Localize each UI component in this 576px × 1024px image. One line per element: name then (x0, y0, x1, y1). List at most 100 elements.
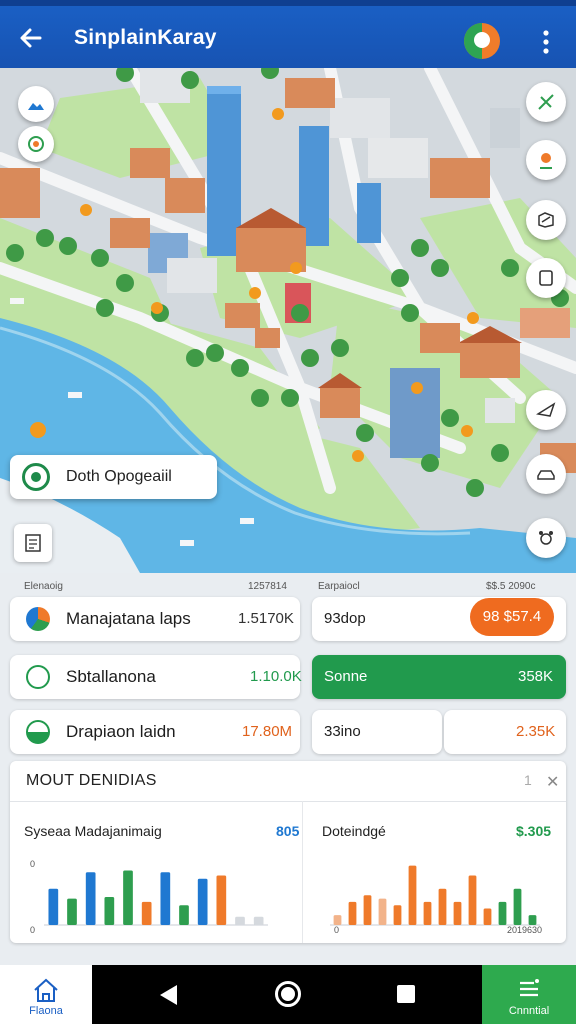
stat-card-2-label: 93dop (324, 610, 366, 627)
chart-bar (48, 888, 59, 925)
chart-bar (235, 916, 245, 925)
map-photo-button[interactable] (18, 86, 54, 122)
place-card[interactable]: Doth Opogeaiil (10, 455, 217, 499)
map-edit-icon (538, 212, 554, 228)
car-button[interactable] (526, 454, 566, 494)
stat-card-6-value: 2.35K (516, 723, 556, 740)
more-options-button[interactable] (532, 28, 560, 56)
document-icon (25, 534, 41, 552)
chart-bar (216, 875, 227, 925)
right-chart-title: Doteindgé (322, 823, 386, 839)
chart-bar (528, 915, 537, 925)
chart-bar (253, 916, 264, 925)
chart-pie-icon (26, 607, 50, 631)
metrics-count: 1 (524, 772, 532, 788)
system-nav-bar (92, 965, 482, 1024)
stat-card-2-pill[interactable]: 98 $57.4 (470, 598, 554, 636)
chart-bar (85, 872, 96, 925)
right-chart-value: $.305 (516, 823, 552, 839)
card1-caption-right: 1257814 (248, 581, 287, 592)
stat-card-3-label: Sbtallanona (66, 667, 156, 686)
chart-bar (104, 896, 115, 925)
stat-card-1[interactable]: Manajatana laps 1.5170K (10, 597, 300, 641)
place-marker-icon (22, 463, 50, 491)
chart-bar (468, 875, 477, 925)
document-button[interactable] (14, 524, 52, 562)
right-bar-chart: 0 2019630 (330, 865, 542, 935)
left-chart-title: Syseaa Madajanimaig (24, 823, 162, 839)
place-card-label: Doth Opogeaiil (66, 468, 172, 485)
left-chart-value: 805 (276, 823, 300, 839)
image-icon (28, 103, 44, 110)
chart-bar (513, 888, 522, 925)
pets-button[interactable] (526, 518, 566, 558)
chart-bar (363, 895, 372, 925)
metrics-title: MOUT DENIDIAS (26, 772, 157, 789)
chart-bar (393, 905, 402, 925)
system-back-icon[interactable] (160, 985, 177, 1005)
app-title: SinplainKaray (74, 26, 217, 49)
car-icon (537, 470, 555, 480)
compass-button[interactable] (18, 126, 54, 162)
metrics-card: MOUT DENIDIAS 1 ✕ Syseaa Madajanimaig 80… (10, 761, 566, 943)
nav-home-label: Flaona (29, 1005, 63, 1017)
chart-bar (123, 870, 133, 925)
nav-menu-label: Cnnntial (508, 1005, 550, 1017)
stats-panel: Elenaoig 1257814 Earpaiocl $$.5 2090c Ma… (0, 573, 576, 965)
pets-icon (539, 531, 553, 545)
stat-card-6[interactable]: 33ino (312, 710, 442, 754)
system-recents-icon[interactable] (397, 985, 415, 1003)
city-map[interactable]: Doth Opogeaiil (0, 68, 576, 573)
left-bar-chart: 00 (30, 859, 268, 935)
back-button[interactable] (14, 20, 50, 56)
chart-bar (333, 915, 342, 925)
route-button[interactable] (526, 82, 566, 122)
stat-card-5-label: Drapiaon laidn (66, 722, 176, 741)
card1-caption-left: Elenaoig (24, 581, 63, 592)
card2-caption-right: $$.5 2090c (486, 581, 536, 592)
stat-card-5[interactable]: Drapiaon laidn 17.80M (10, 710, 300, 754)
stat-card-5-value: 17.80M (242, 723, 293, 740)
chart-bar (141, 901, 152, 925)
map-edit-button[interactable] (526, 200, 566, 240)
x-tick-label: 2019630 (507, 925, 542, 935)
nav-menu-button[interactable]: Cnnntial (482, 965, 576, 1024)
location-pin-icon (540, 153, 552, 169)
chart-bar (408, 865, 417, 925)
chart-bar (423, 901, 432, 925)
stat-card-4[interactable]: Sonne 358K (312, 655, 566, 699)
arrow-left-icon (20, 28, 42, 48)
stat-card-6-label: 33ino (324, 723, 361, 740)
user-avatar-icon[interactable] (464, 23, 500, 59)
more-vertical-icon (543, 30, 549, 54)
stat-card-4-label: Sonne (324, 668, 368, 685)
stat-card-3[interactable]: Sbtallanona 1.10.0K (10, 655, 302, 699)
chart-bar (498, 901, 507, 925)
close-icon[interactable]: ✕ (546, 772, 559, 792)
route-icon (538, 94, 554, 110)
x-tick-label: 0 (334, 925, 339, 935)
chart-bar (160, 872, 171, 925)
chat-button[interactable] (526, 390, 566, 430)
stat-card-1-value: 1.5170K (238, 610, 294, 627)
system-home-icon[interactable] (275, 981, 301, 1007)
location-button[interactable] (526, 140, 566, 180)
stat-card-4-value: 358K (518, 668, 554, 685)
stat-card-1-label: Manajatana laps (66, 609, 191, 628)
bottom-navigation: Flaona Cnnntial (0, 965, 576, 1024)
home-icon (34, 978, 58, 1002)
layers-button[interactable] (526, 258, 566, 298)
chat-icon (536, 402, 556, 417)
y-tick-label: 0 (30, 925, 35, 935)
nav-home-button[interactable]: Flaona (0, 965, 92, 1024)
chart-bar (67, 898, 77, 925)
menu-list-icon (520, 979, 539, 997)
chart-bar (483, 908, 492, 925)
stat-card-7[interactable]: 2.35K (444, 710, 566, 754)
compass-icon (28, 136, 44, 152)
chart-bar (453, 901, 462, 925)
app-bar: SinplainKaray (0, 0, 576, 68)
chart-bar (197, 878, 208, 925)
y-tick-label: 0 (30, 859, 35, 869)
divider (10, 801, 566, 802)
